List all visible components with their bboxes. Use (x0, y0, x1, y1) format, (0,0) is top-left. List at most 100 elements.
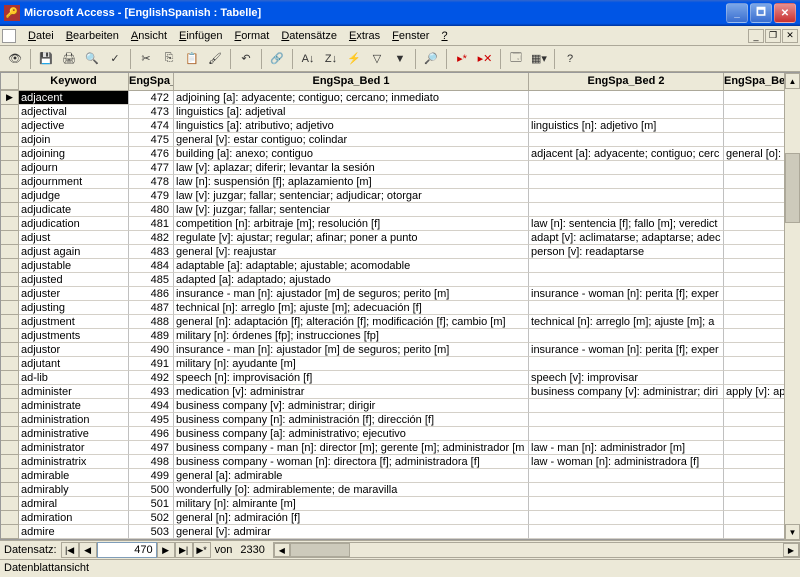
cut-button[interactable]: ✂ (135, 48, 157, 70)
cell[interactable]: person [v]: readaptarse (529, 245, 724, 259)
table-row[interactable]: administer493medication [v]: administrar… (1, 385, 799, 399)
cell[interactable]: administratrix (19, 455, 129, 469)
row-selector[interactable] (1, 133, 19, 147)
row-selector[interactable] (1, 217, 19, 231)
cell[interactable]: 494 (129, 399, 174, 413)
cell[interactable]: adjust again (19, 245, 129, 259)
table-row[interactable]: adjusted485adapted [a]: adaptado; ajusta… (1, 273, 799, 287)
row-selector[interactable] (1, 287, 19, 301)
row-selector[interactable] (1, 511, 19, 525)
cell[interactable] (529, 329, 724, 343)
cell[interactable]: adjective (19, 119, 129, 133)
vscroll-thumb[interactable] (785, 153, 800, 223)
menu-datensätze[interactable]: Datensätze (275, 28, 343, 44)
cell[interactable]: medication [v]: administrar (174, 385, 529, 399)
row-selector[interactable] (1, 189, 19, 203)
row-selector[interactable] (1, 105, 19, 119)
cell[interactable]: admiral (19, 497, 129, 511)
cell[interactable]: adjustments (19, 329, 129, 343)
row-selector[interactable] (1, 413, 19, 427)
cell[interactable]: adjacent (19, 91, 129, 105)
row-selector[interactable] (1, 483, 19, 497)
table-row[interactable]: adjournment478law [n]: suspensión [f]; a… (1, 175, 799, 189)
cell[interactable] (529, 203, 724, 217)
cell[interactable]: 501 (129, 497, 174, 511)
cell[interactable]: 474 (129, 119, 174, 133)
cell[interactable]: speech [v]: improvisar (529, 371, 724, 385)
cell[interactable]: adjustor (19, 343, 129, 357)
table-row[interactable]: adjustments489military [n]: órdenes [fp]… (1, 329, 799, 343)
table-row[interactable]: adjoining476building [a]: anexo; contigu… (1, 147, 799, 161)
cell[interactable]: admiration (19, 511, 129, 525)
table-row[interactable]: adjudicate480law [v]: juzgar; fallar; se… (1, 203, 799, 217)
table-row[interactable]: adjust482regulate [v]: ajustar; regular;… (1, 231, 799, 245)
cell[interactable]: admirable (19, 469, 129, 483)
table-row[interactable]: adjudge479law [v]: juzgar; fallar; sente… (1, 189, 799, 203)
cell[interactable]: linguistics [a]: atributivo; adjetivo (174, 119, 529, 133)
hscroll-left-button[interactable]: ◀ (274, 543, 290, 557)
cell[interactable]: 498 (129, 455, 174, 469)
row-selector[interactable] (1, 441, 19, 455)
cell[interactable]: insurance - man [n]: ajustador [m] de se… (174, 287, 529, 301)
menu-extras[interactable]: Extras (343, 28, 386, 44)
cell[interactable]: administrative (19, 427, 129, 441)
cell[interactable]: general [n]: adaptación [f]; alteración … (174, 315, 529, 329)
cell[interactable]: adjoining (19, 147, 129, 161)
cell[interactable]: general [a]: admirable (174, 469, 529, 483)
filter-form-button[interactable]: ▽ (366, 48, 388, 70)
row-selector[interactable] (1, 399, 19, 413)
cell[interactable]: military [n]: ayudante [m] (174, 357, 529, 371)
cell[interactable] (529, 273, 724, 287)
copy-button[interactable]: ⎘ (158, 48, 180, 70)
cell[interactable]: adjudge (19, 189, 129, 203)
cell[interactable]: competition [n]: arbitraje [m]; resoluci… (174, 217, 529, 231)
table-row[interactable]: admirably500wonderfully [o]: admirableme… (1, 483, 799, 497)
cell[interactable]: 484 (129, 259, 174, 273)
cell[interactable]: 475 (129, 133, 174, 147)
cell[interactable] (529, 413, 724, 427)
database-window-button[interactable]: 🗔 (505, 48, 527, 70)
cell[interactable]: law - woman [n]: administradora [f] (529, 455, 724, 469)
menu-einfügen[interactable]: Einfügen (173, 28, 228, 44)
cell[interactable]: technical [n]: arreglo [m]; ajuste [m]; … (529, 315, 724, 329)
cell[interactable]: 497 (129, 441, 174, 455)
table-row[interactable]: adjustor490insurance - man [n]: ajustado… (1, 343, 799, 357)
close-button[interactable]: ✕ (774, 3, 796, 23)
cell[interactable]: adjutant (19, 357, 129, 371)
format-painter-button[interactable]: 🖌 (204, 48, 226, 70)
cell[interactable]: ad-lib (19, 371, 129, 385)
cell[interactable]: adjoin (19, 133, 129, 147)
scroll-up-button[interactable]: ▲ (785, 73, 800, 89)
table-row[interactable]: adjuster486insurance - man [n]: ajustado… (1, 287, 799, 301)
cell[interactable]: 482 (129, 231, 174, 245)
row-selector[interactable] (1, 203, 19, 217)
cell[interactable]: 483 (129, 245, 174, 259)
table-row[interactable]: admirable499general [a]: admirable (1, 469, 799, 483)
nav-prev-button[interactable]: ◀ (79, 542, 97, 558)
nav-first-button[interactable]: |◀ (61, 542, 79, 558)
view-button[interactable]: 👁 (4, 48, 26, 70)
hscroll-thumb[interactable] (290, 543, 350, 557)
cell[interactable] (529, 357, 724, 371)
cell[interactable]: general [n]: admiración [f] (174, 511, 529, 525)
cell[interactable]: administer (19, 385, 129, 399)
table-row[interactable]: admiration502general [n]: admiración [f] (1, 511, 799, 525)
cell[interactable]: 480 (129, 203, 174, 217)
table-row[interactable]: admiral501military [n]: almirante [m] (1, 497, 799, 511)
filter-selection-button[interactable]: ⚡ (343, 48, 365, 70)
cell[interactable] (529, 105, 724, 119)
row-selector[interactable] (1, 469, 19, 483)
table-row[interactable]: adjustment488general [n]: adaptación [f]… (1, 315, 799, 329)
cell[interactable]: adjudicate (19, 203, 129, 217)
system-menu-icon[interactable] (2, 29, 16, 43)
nav-next-button[interactable]: ▶ (157, 542, 175, 558)
row-selector[interactable] (1, 147, 19, 161)
cell[interactable]: adjournment (19, 175, 129, 189)
cell[interactable]: adjuster (19, 287, 129, 301)
row-selector[interactable] (1, 273, 19, 287)
row-selector[interactable] (1, 343, 19, 357)
cell[interactable]: 491 (129, 357, 174, 371)
table-row[interactable]: adjectival473linguistics [a]: adjetival (1, 105, 799, 119)
cell[interactable] (529, 427, 724, 441)
nav-record-input[interactable] (97, 542, 157, 558)
